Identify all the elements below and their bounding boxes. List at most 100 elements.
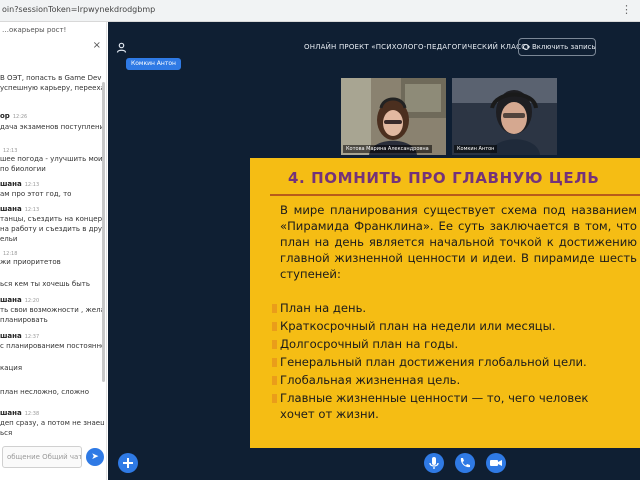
person-icon[interactable] [116, 42, 127, 56]
chat-message-text: кация [0, 364, 23, 372]
chat-message: на работу и съездить в другой [0, 225, 104, 234]
chat-scrollbar[interactable] [102, 82, 105, 382]
chat-author: шана [0, 332, 22, 340]
chat-message: с планированием постоянно [0, 342, 104, 351]
chat-author: ор [0, 112, 10, 120]
chat-message-text: дача экзаменов поступление в [0, 123, 104, 131]
chat-message: по биологии [0, 165, 104, 174]
chat-message: танцы, съездить на концерт, [0, 215, 104, 224]
browser-menu-icon[interactable]: ⋮ [621, 3, 632, 16]
chat-message: шана 12:38 [0, 409, 104, 419]
bullet-text: Долгосрочный план на годы. [280, 337, 459, 351]
bullet-text: Глобальная жизненная цель. [280, 373, 461, 387]
microphone-icon [429, 457, 439, 469]
actions-add-button[interactable] [118, 453, 138, 473]
chat-message-text: жи приоритетов [0, 258, 61, 266]
chat-message: ор 12:26 [0, 112, 104, 122]
chat-message: шее погода - улучшить мои [0, 155, 104, 164]
webcam-video [452, 78, 557, 155]
slide-intro: В мире планирования существует схема под… [280, 203, 637, 281]
chat-message-text: В ОЭТ, попасть в Game Dev [0, 74, 102, 82]
presentation-slide: 4. ПОМНИТЬ ПРО ГЛАВНУЮ ЦЕЛЬ В мире плани… [250, 158, 640, 448]
chat-message: шана 12:20 [0, 296, 104, 306]
plus-icon [123, 458, 133, 468]
bullet-text: Краткосрочный план на недели или месяцы. [280, 319, 556, 333]
bullet-mark [272, 304, 277, 313]
chat-message-text: шее погода - улучшить мои [0, 155, 103, 163]
bullet-mark [272, 340, 277, 349]
chat-message-text: успешную карьеру, переехать [0, 84, 104, 92]
chat-message-text: ься кем ты хочешь быть [0, 280, 90, 288]
chat-message: ам про этот год, то [0, 190, 104, 199]
chat-message-text: планировать [0, 316, 48, 324]
chat-time: 12:13 [24, 182, 40, 188]
chat-author: шана [0, 296, 22, 304]
webcam-name: Котова Марина Александровна [343, 145, 432, 153]
microphone-button[interactable] [424, 453, 444, 473]
send-icon: ➤ [91, 452, 99, 462]
slide-bullet: Долгосрочный план на годы. [272, 336, 458, 352]
leave-audio-button[interactable] [455, 453, 475, 473]
presenter-badge: Комкин Антон [126, 58, 181, 70]
chat-time: 12:37 [24, 334, 40, 340]
chat-message: ть свои возможности , желание [0, 306, 104, 315]
chat-time: 12:18 [3, 251, 18, 257]
chat-message: ься кем ты хочешь быть [0, 280, 104, 289]
webcam-video [341, 78, 446, 155]
slide-bullet: Глобальная жизненная цель. [272, 372, 460, 388]
bullet-text: Генеральный план достижения глобальной ц… [280, 355, 587, 369]
chat-message-text: ельи [0, 235, 18, 243]
browser-address-bar[interactable]: oin?sessionToken=lrpwynekdrodgbmp ⋮ [0, 0, 640, 22]
webcam-tile[interactable]: Комкин Антон [452, 78, 557, 155]
send-button[interactable]: ➤ [86, 448, 104, 466]
chat-time: 12:38 [24, 411, 40, 417]
chat-message-text: ься [0, 429, 13, 437]
chat-message-text: план несложно, сложно [0, 388, 90, 396]
bullet-mark [272, 322, 277, 331]
chat-message: кация [0, 364, 104, 373]
chat-message: план несложно, сложно [0, 388, 104, 397]
chat-header: …окарьеры рост! × [0, 22, 106, 51]
slide-bullet: Краткосрочный план на недели или месяцы. [272, 318, 556, 334]
webcam-name: Комкин Антон [454, 145, 498, 153]
chat-message: шана 12:13 [0, 205, 104, 215]
chat-time: 12:20 [24, 298, 40, 304]
chat-message-text: ам про этот год, то [0, 190, 72, 198]
chat-message-text: ть свои возможности , желание [0, 306, 104, 314]
bullet-text: хочет от жизни. [280, 407, 379, 421]
record-button[interactable]: Включить запись [518, 38, 596, 56]
chat-message: ься [0, 429, 104, 438]
bullet-mark [272, 376, 277, 385]
room-title: ОНЛАЙН ПРОЕКТ «ПСИХОЛОГО-ПЕДАГОГИЧЕСКИЙ … [304, 43, 531, 51]
chat-time: 12:26 [12, 114, 28, 120]
url-text[interactable]: oin?sessionToken=lrpwynekdrodgbmp [2, 5, 155, 14]
chat-input[interactable]: общение Общий чат [2, 446, 82, 468]
slide-bullet: Главные жизненные ценности — то, чего че… [272, 390, 588, 406]
bullet-text: План на день. [280, 301, 367, 315]
chat-header-text: …окарьеры рост! [2, 26, 67, 34]
chat-author: шана [0, 180, 22, 188]
chat-message: жи приоритетов [0, 258, 104, 267]
slide-bullet: План на день. [272, 300, 366, 316]
chat-author: шана [0, 409, 22, 417]
chat-message-text: деп сразу, а потом не знаешь, [0, 419, 104, 427]
chat-panel: …окарьеры рост! × В ОЭТ, попасть в Game … [0, 22, 107, 480]
slide-bullet-continued: хочет от жизни. [280, 406, 379, 422]
chat-message: успешную карьеру, переехать [0, 84, 104, 93]
video-camera-icon [490, 460, 502, 466]
chat-message: В ОЭТ, попасть в Game Dev [0, 74, 104, 83]
record-icon [523, 44, 529, 50]
webcam-tile[interactable]: Котова Марина Александровна [341, 78, 446, 155]
bullet-text: Главные жизненные ценности — то, чего че… [280, 391, 589, 405]
chat-message-text: танцы, съездить на концерт, [0, 215, 104, 223]
camera-button[interactable] [486, 453, 506, 473]
chat-close-icon[interactable]: × [93, 40, 101, 51]
slide-header: 4. ПОМНИТЬ ПРО ГЛАВНУЮ ЦЕЛЬ [250, 158, 640, 198]
record-label: Включить запись [532, 43, 596, 51]
chat-time: 12:13 [3, 148, 18, 154]
chat-message: планировать [0, 316, 104, 325]
slide-bullet: Генеральный план достижения глобальной ц… [272, 354, 587, 370]
presentation-stage: ОНЛАЙН ПРОЕКТ «ПСИХОЛОГО-ПЕДАГОГИЧЕСКИЙ … [108, 22, 640, 480]
chat-message: дача экзаменов поступление в [0, 123, 104, 132]
chat-time: 12:13 [24, 207, 40, 213]
